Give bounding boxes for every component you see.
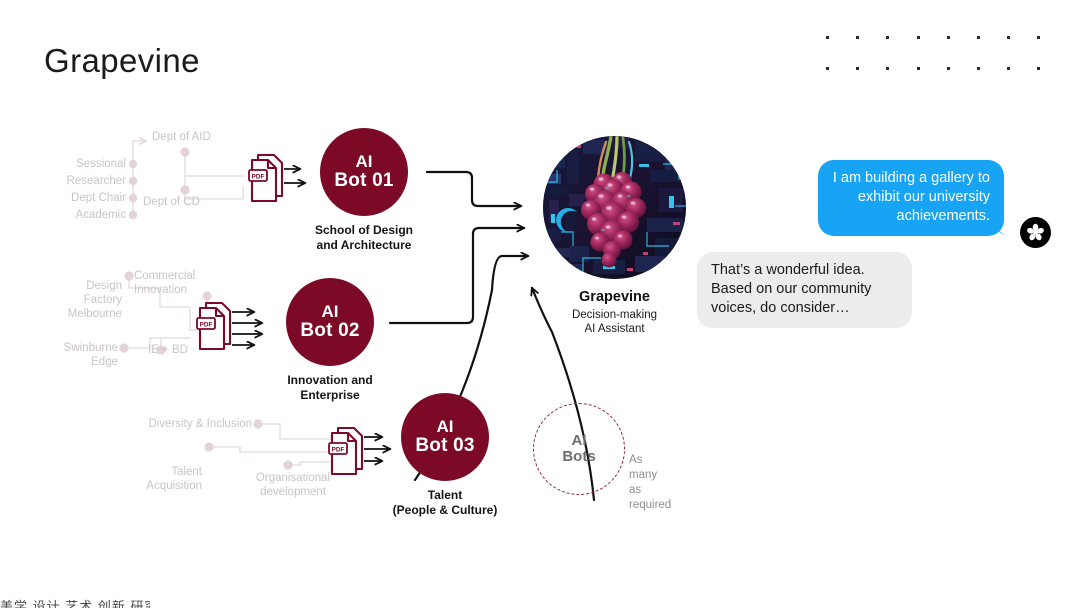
bot-caption-03: Talent (People & Culture) [392, 488, 498, 517]
grapevine-title: Grapevine [579, 289, 650, 305]
bubble-tail-icon [691, 314, 705, 328]
dot [976, 36, 980, 39]
bot-label-line1: AI [321, 301, 339, 321]
pdf-icon-group-03: PDF [328, 426, 364, 476]
ai-bots-label-line1: AI [571, 431, 587, 449]
dot-row [826, 67, 1041, 70]
dot [856, 36, 860, 39]
dot [916, 67, 920, 70]
ai-bots-note: As many as required [629, 454, 672, 511]
dot-row [826, 36, 1041, 39]
source-label-researcher: Researcher [66, 175, 126, 187]
flower-logo-icon [1027, 223, 1044, 241]
bot-label-line2: Bot 03 [415, 434, 475, 456]
source-label-ie-bd: IE + BD [148, 344, 188, 356]
grapevine-subtitle: Decision-making AI Assistant [571, 308, 657, 335]
dot [1007, 67, 1011, 70]
svg-text:PDF: PDF [252, 173, 265, 180]
source-label-design-factory-melbourne: Design Factory Melbourne [67, 280, 122, 320]
ai-bots-dashed-circle[interactable]: AI Bots [533, 403, 625, 495]
bot-circle-02[interactable]: AI Bot 02 [286, 278, 374, 366]
svg-text:PDF: PDF [200, 321, 213, 328]
source-label-dept-of-cd: Dept of CD [143, 196, 200, 208]
bot-circle-01[interactable]: AI Bot 01 [320, 128, 408, 216]
dot [916, 36, 920, 39]
ai-bots-placeholder-node[interactable]: AI Bots As many as required [533, 403, 671, 511]
svg-text:PDF: PDF [332, 446, 345, 453]
dot [856, 67, 860, 70]
bot-caption-01: School of Design and Architecture [314, 223, 413, 252]
source-label-academic: Academic [75, 209, 127, 221]
source-label-organisational-development: Organisational development [255, 472, 331, 498]
bot-node-01[interactable]: AI Bot 01 School of Design and Architect… [315, 128, 424, 252]
slide-canvas: Grapevine PDF PDF PDF Sessional Research… [0, 0, 1080, 608]
grapevine-node[interactable]: Grapevine Decision-making AI Assistant [543, 136, 686, 336]
dot [976, 67, 980, 70]
avatar [1020, 217, 1051, 248]
source-label-dept-chair: Dept Chair [71, 192, 126, 204]
source-label-dept-of-aid: Dept of AID [152, 131, 211, 143]
chat-bubble-incoming-text: That’s a wonderful idea. Based on our co… [711, 262, 872, 316]
dot [1037, 36, 1041, 39]
dot [1007, 36, 1011, 39]
chat-bubble-incoming[interactable]: That’s a wonderful idea. Based on our co… [692, 252, 912, 328]
source-label-diversity-inclusion: Diversity & Inclusion [148, 418, 252, 430]
bot-label-line1: AI [436, 416, 454, 436]
bot-circle-03[interactable]: AI Bot 03 [401, 393, 489, 481]
dot [886, 67, 890, 70]
footer-clipped-text: 美学 设计 艺术 创新 研究 [0, 599, 150, 608]
ai-bots-label-line2: Bots [562, 448, 596, 465]
bot-node-03[interactable]: AI Bot 03 Talent (People & Culture) [393, 393, 510, 517]
page-title: Grapevine [44, 42, 200, 79]
dot [1037, 67, 1041, 70]
source-label-swinburne-edge: Swinburne Edge [63, 342, 118, 368]
dot [946, 36, 950, 39]
source-label-talent-acquisition: Talent Acquisition [146, 466, 202, 492]
dot [826, 67, 829, 70]
bot-node-02[interactable]: AI Bot 02 Innovation and Enterprise [286, 278, 389, 402]
bot-label-line2: Bot 02 [300, 319, 360, 341]
dot [826, 36, 829, 39]
grapevine-image [543, 136, 686, 279]
source-label-commercial-innovation: Commercial Innovation [134, 270, 196, 296]
bot-caption-02: Innovation and Enterprise [287, 373, 373, 402]
dot [886, 36, 890, 39]
dot-grid-decoration [826, 36, 1041, 98]
pdf-icon-group-01: PDF [248, 153, 284, 203]
chat-bubble-outgoing-text: I am building a gallery to exhibit our u… [832, 170, 990, 224]
dot [946, 67, 950, 70]
chat-bubble-outgoing[interactable]: I am building a gallery to exhibit our u… [818, 160, 1009, 236]
source-label-sessional: Sessional [76, 158, 126, 170]
bubble-tail-icon [996, 222, 1010, 236]
bot-label-line2: Bot 01 [334, 169, 394, 191]
bot-label-line1: AI [355, 151, 373, 171]
